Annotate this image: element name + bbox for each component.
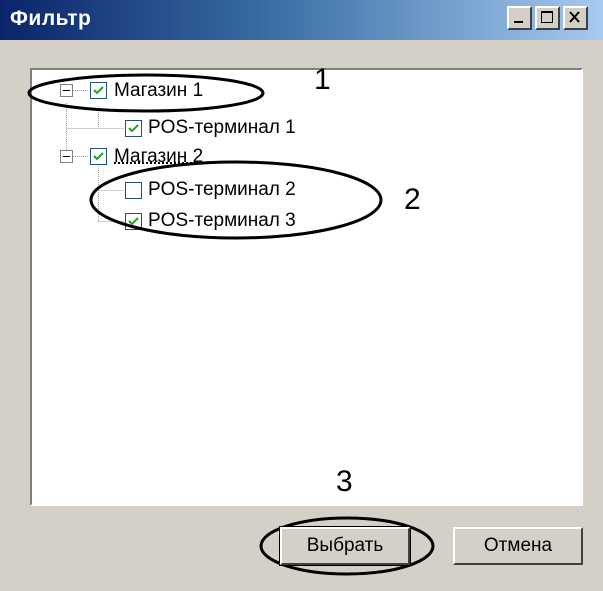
checkbox-store-1[interactable] [90, 82, 107, 99]
checkmark-icon [128, 124, 139, 133]
minimize-icon [514, 21, 523, 23]
annotation-label-2: 2 [404, 183, 421, 216]
maximize-icon [541, 11, 553, 23]
close-button[interactable] [563, 6, 588, 30]
expander-store-1[interactable] [60, 84, 73, 97]
cancel-button[interactable]: Отмена [453, 527, 583, 565]
checkbox-pos-3[interactable] [125, 213, 142, 230]
checkmark-icon [128, 217, 139, 226]
tree-item-pos-1[interactable]: POS-терминал 1 [148, 117, 296, 139]
checkmark-icon [93, 86, 104, 95]
expander-store-2[interactable] [60, 150, 73, 163]
minimize-button[interactable] [507, 6, 532, 30]
tree-item-pos-3[interactable]: POS-терминал 3 [148, 210, 296, 232]
tree-item-store-1[interactable]: Магазин 1 [114, 80, 203, 102]
tree-view[interactable]: Магазин 1 POS-терминал 1 Магазин 2 POS-т… [30, 68, 583, 506]
filter-dialog: Фильтр Магазин 1 POS-терминал 1 Магазин … [0, 0, 603, 591]
title-bar[interactable]: Фильтр [0, 0, 603, 40]
checkbox-pos-2[interactable] [125, 182, 142, 199]
checkmark-icon [93, 152, 104, 161]
window-title: Фильтр [10, 7, 92, 30]
annotation-label-3: 3 [336, 465, 353, 498]
tree-connector-lines [66, 90, 124, 222]
close-icon [569, 11, 580, 23]
select-button[interactable]: Выбрать [279, 526, 411, 566]
annotation-label-1: 1 [314, 63, 331, 96]
checkbox-pos-1[interactable] [125, 120, 142, 137]
tree-item-store-2[interactable]: Магазин 2 [114, 146, 203, 168]
checkbox-store-2[interactable] [90, 148, 107, 165]
maximize-button[interactable] [535, 6, 560, 30]
tree-item-pos-2[interactable]: POS-терминал 2 [148, 179, 296, 201]
